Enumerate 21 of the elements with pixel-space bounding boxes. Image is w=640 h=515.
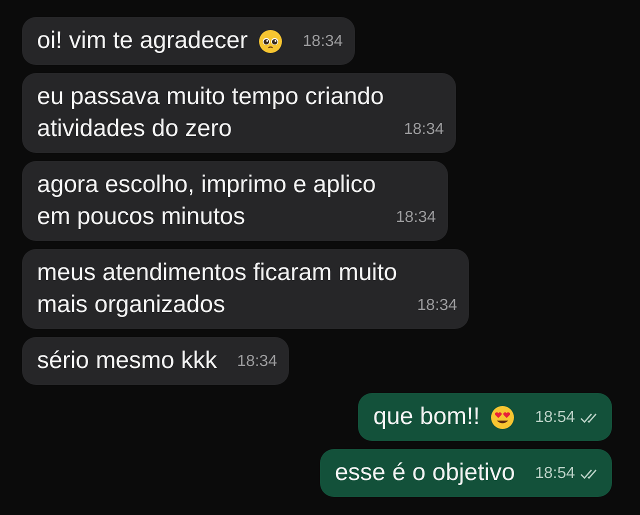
message-text: sério mesmo kkk: [37, 346, 218, 376]
message-time: 18:34: [396, 208, 436, 228]
sent-message-bubble[interactable]: que bom!! 18:54: [358, 393, 612, 441]
message-time: 18:34: [302, 32, 343, 52]
message-time: 18:34: [237, 352, 278, 372]
message-text: esse é o objetivo: [334, 458, 515, 488]
message-text: que bom!!: [373, 402, 480, 432]
message-text: eu passava muito tempo criando atividades do zero: [37, 82, 384, 144]
received-message-bubble[interactable]: eu passava muito tempo criando atividades do zero 18:34: [22, 73, 456, 153]
message-time: 18:54: [534, 408, 575, 428]
message-text: oi! vim te agradecer: [37, 26, 248, 56]
message-text: agora escolho, imprimo e aplico em poucos minutos: [37, 170, 376, 232]
message-text: meus atendimentos ficaram muito mais organizados: [37, 258, 398, 320]
received-message-bubble[interactable]: sério mesmo kkk 18:34: [22, 337, 290, 385]
message-time: 18:34: [417, 296, 458, 316]
received-message-bubble[interactable]: agora escolho, imprimo e aplico em poucos minutos 18:34: [22, 161, 448, 241]
received-message-bubble[interactable]: oi! vim te agradecer 18:34: [22, 17, 355, 65]
message-time: 18:34: [404, 120, 444, 140]
message-time: 18:54: [534, 464, 575, 484]
sent-message-bubble[interactable]: esse é o objetivo 18:54: [320, 449, 612, 497]
received-message-bubble[interactable]: meus atendimentos ficaram muito mais organizados 18:34: [22, 249, 470, 329]
